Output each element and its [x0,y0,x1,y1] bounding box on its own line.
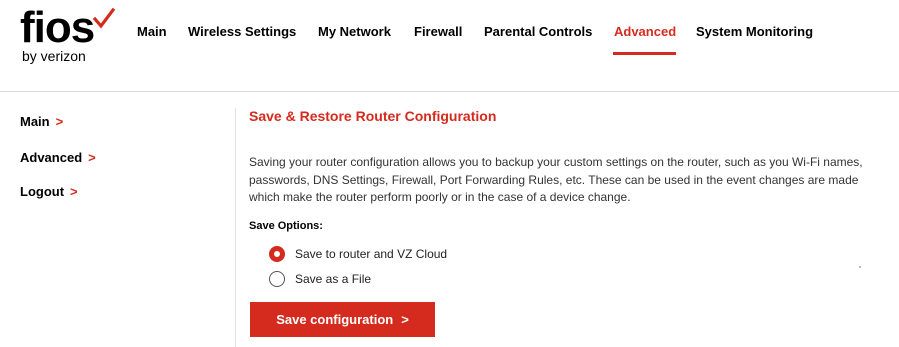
radio-label: Save to router and VZ Cloud [295,247,448,261]
nav-system-monitoring[interactable]: System Monitoring [696,24,813,39]
page-title: Save & Restore Router Configuration [249,108,497,124]
sidebar-item-main[interactable]: Main > [20,114,63,129]
sidebar-item-label: Main [20,114,50,129]
stray-dot [859,266,861,268]
nav-advanced[interactable]: Advanced [614,24,676,39]
save-button-label: Save configuration [276,312,394,327]
radio-selected-icon[interactable] [269,246,285,262]
chevron-right-icon: > [70,184,78,199]
active-tab-indicator [613,52,676,55]
top-header: fios by verizon Main Wireless Settings M… [0,0,899,92]
nav-parental-controls[interactable]: Parental Controls [484,24,592,39]
save-options-label: Save Options: [249,220,323,232]
sidebar-item-logout[interactable]: Logout > [20,184,78,199]
logo-wordmark: fios [20,3,95,52]
chevron-right-icon: > [401,312,409,327]
checkmark-icon [92,8,116,29]
sidebar-divider [235,108,236,347]
page-description: Saving your router configuration allows … [249,155,863,204]
option-save-as-file[interactable]: Save as a File [269,271,371,287]
option-save-to-router-cloud[interactable]: Save to router and VZ Cloud [269,246,447,262]
nav-firewall[interactable]: Firewall [414,24,462,39]
radio-unselected-icon[interactable] [269,271,285,287]
nav-main[interactable]: Main [137,24,167,39]
logo-subtitle: by verizon [22,48,86,64]
save-configuration-button[interactable]: Save configuration > [250,302,435,337]
sidebar-item-label: Advanced [20,150,83,165]
chevron-right-icon: > [88,150,96,165]
nav-my-network[interactable]: My Network [318,24,391,39]
sidebar: Main > Advanced > Logout > [0,92,235,347]
fios-logo[interactable]: fios by verizon [20,6,120,66]
radio-label: Save as a File [295,272,372,286]
chevron-right-icon: > [55,114,64,129]
nav-wireless-settings[interactable]: Wireless Settings [188,24,296,39]
sidebar-item-label: Logout [20,184,65,199]
sidebar-item-advanced[interactable]: Advanced > [20,150,96,165]
